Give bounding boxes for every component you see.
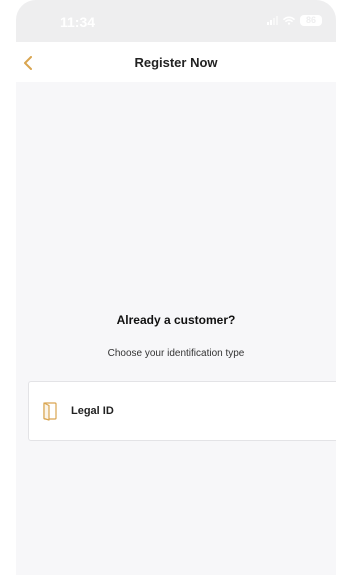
legal-id-option[interactable]: Legal ID bbox=[28, 381, 336, 441]
customer-question: Already a customer? bbox=[116, 313, 236, 327]
status-time: 11:34 bbox=[60, 14, 96, 30]
id-card-icon bbox=[43, 402, 57, 421]
page-title: Register Now bbox=[134, 55, 218, 70]
status-bar: 11:34 86 bbox=[16, 0, 336, 42]
battery-icon: 86 bbox=[300, 15, 322, 26]
phone-frame: 11:34 86 Register Now Already a customer… bbox=[0, 0, 345, 575]
status-icons: 86 bbox=[267, 15, 322, 26]
identification-subtitle: Choose your identification type bbox=[107, 348, 245, 359]
app-screen: 11:34 86 Register Now Already a customer… bbox=[16, 0, 336, 575]
wifi-icon bbox=[283, 16, 295, 25]
nav-bar: Register Now bbox=[16, 42, 336, 82]
legal-id-label: Legal ID bbox=[71, 405, 114, 417]
signal-icon bbox=[267, 16, 278, 25]
